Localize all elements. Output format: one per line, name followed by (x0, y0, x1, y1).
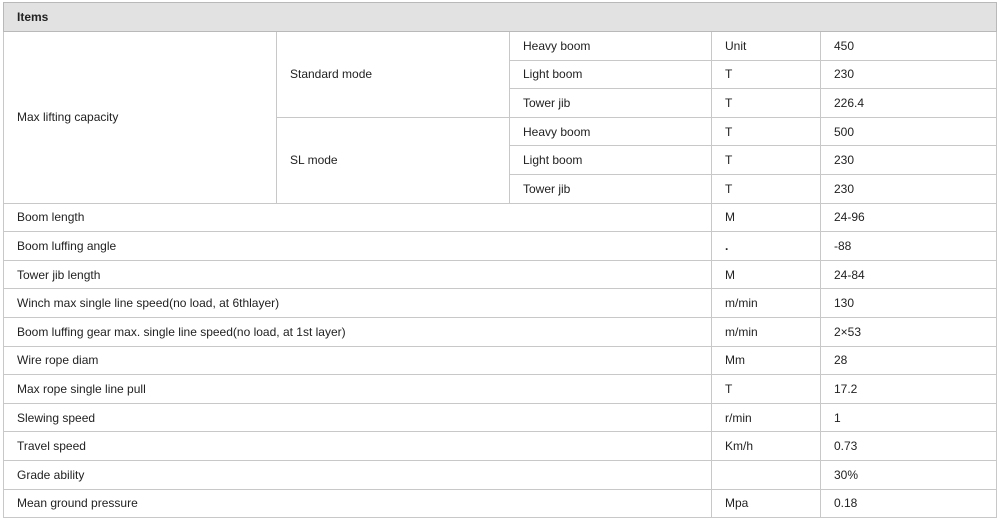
row-item: Max rope single line pull (3, 374, 712, 404)
row-unit: Km/h (711, 431, 821, 461)
row-value: 24-84 (819, 259, 998, 290)
row-unit: T (711, 59, 821, 90)
row-value: -88 (819, 231, 998, 261)
row-unit: T (711, 116, 821, 147)
row-item: Light boom (509, 59, 712, 90)
table-header-title: Items (2, 2, 998, 32)
row-unit: T (711, 173, 821, 204)
table-row: Winch max single line speed(no load, at … (3, 288, 998, 318)
table-row: Grade ability 30% (3, 459, 998, 490)
standard-mode-label: Standard mode (276, 31, 510, 118)
row-unit: m/min (711, 316, 821, 347)
table-row: Wire rope diam Mm 28 (3, 345, 998, 376)
row-value: 130 (819, 288, 998, 318)
row-unit: M (711, 259, 821, 290)
row-item: Tower jib (509, 88, 712, 118)
row-item: Boom luffing angle (3, 231, 712, 261)
row-unit: T (711, 145, 821, 175)
row-unit: T (711, 374, 821, 404)
row-item: Wire rope diam (3, 345, 712, 376)
max-lifting-capacity-label: Max lifting capacity (3, 31, 277, 204)
table-row: Tower jib length M 24-84 (3, 259, 998, 290)
row-value: 0.73 (819, 431, 998, 461)
table-row: Boom luffing angle . -88 (3, 231, 998, 261)
row-value: 226.4 (819, 88, 998, 118)
table-row: Max rope single line pull T 17.2 (3, 374, 998, 404)
row-value: 1 (819, 402, 998, 433)
row-item: Slewing speed (3, 402, 712, 433)
table-row: Boom luffing gear max. single line speed… (3, 316, 998, 347)
row-value: 28 (819, 345, 998, 376)
row-item: Grade ability (3, 459, 712, 490)
row-item: Tower jib length (3, 259, 712, 290)
row-value: 30% (819, 459, 998, 490)
table-row: Boom length M 24-96 (3, 202, 998, 233)
row-item: Winch max single line speed(no load, at … (3, 288, 712, 318)
table-header-row: Items (2, 2, 998, 32)
row-unit: Mm (711, 345, 821, 376)
table-row: Mean ground pressure Mpa 0.18 (3, 488, 998, 519)
row-value: 230 (819, 59, 998, 90)
row-unit: T (711, 88, 821, 118)
row-value: 450 (819, 31, 998, 61)
specifications-table: Items Max lifting capacity Standard mode… (2, 2, 998, 519)
row-value: 500 (819, 116, 998, 147)
row-value: 17.2 (819, 374, 998, 404)
row-unit: r/min (711, 402, 821, 433)
row-value: 0.18 (819, 488, 998, 519)
row-item: Heavy boom (509, 31, 712, 61)
row-item: Light boom (509, 145, 712, 175)
row-unit (711, 459, 821, 490)
row-unit: Unit (711, 31, 821, 61)
sl-mode-label: SL mode (276, 116, 510, 204)
row-value: 230 (819, 173, 998, 204)
table-row: Max lifting capacity Standard mode Heavy… (3, 31, 998, 204)
row-item: Heavy boom (509, 116, 712, 147)
row-unit: m/min (711, 288, 821, 318)
row-item: Boom length (3, 202, 712, 233)
row-value: 230 (819, 145, 998, 175)
row-unit: Mpa (711, 488, 821, 519)
table-row: Slewing speed r/min 1 (3, 402, 998, 433)
row-item: Mean ground pressure (3, 488, 712, 519)
row-unit: M (711, 202, 821, 233)
row-item: Tower jib (509, 173, 712, 204)
row-item: Boom luffing gear max. single line speed… (3, 316, 712, 347)
row-value: 24-96 (819, 202, 998, 233)
row-unit: . (711, 231, 821, 261)
row-item: Travel speed (3, 431, 712, 461)
table-row: Travel speed Km/h 0.73 (3, 431, 998, 461)
row-value: 2×53 (819, 316, 998, 347)
